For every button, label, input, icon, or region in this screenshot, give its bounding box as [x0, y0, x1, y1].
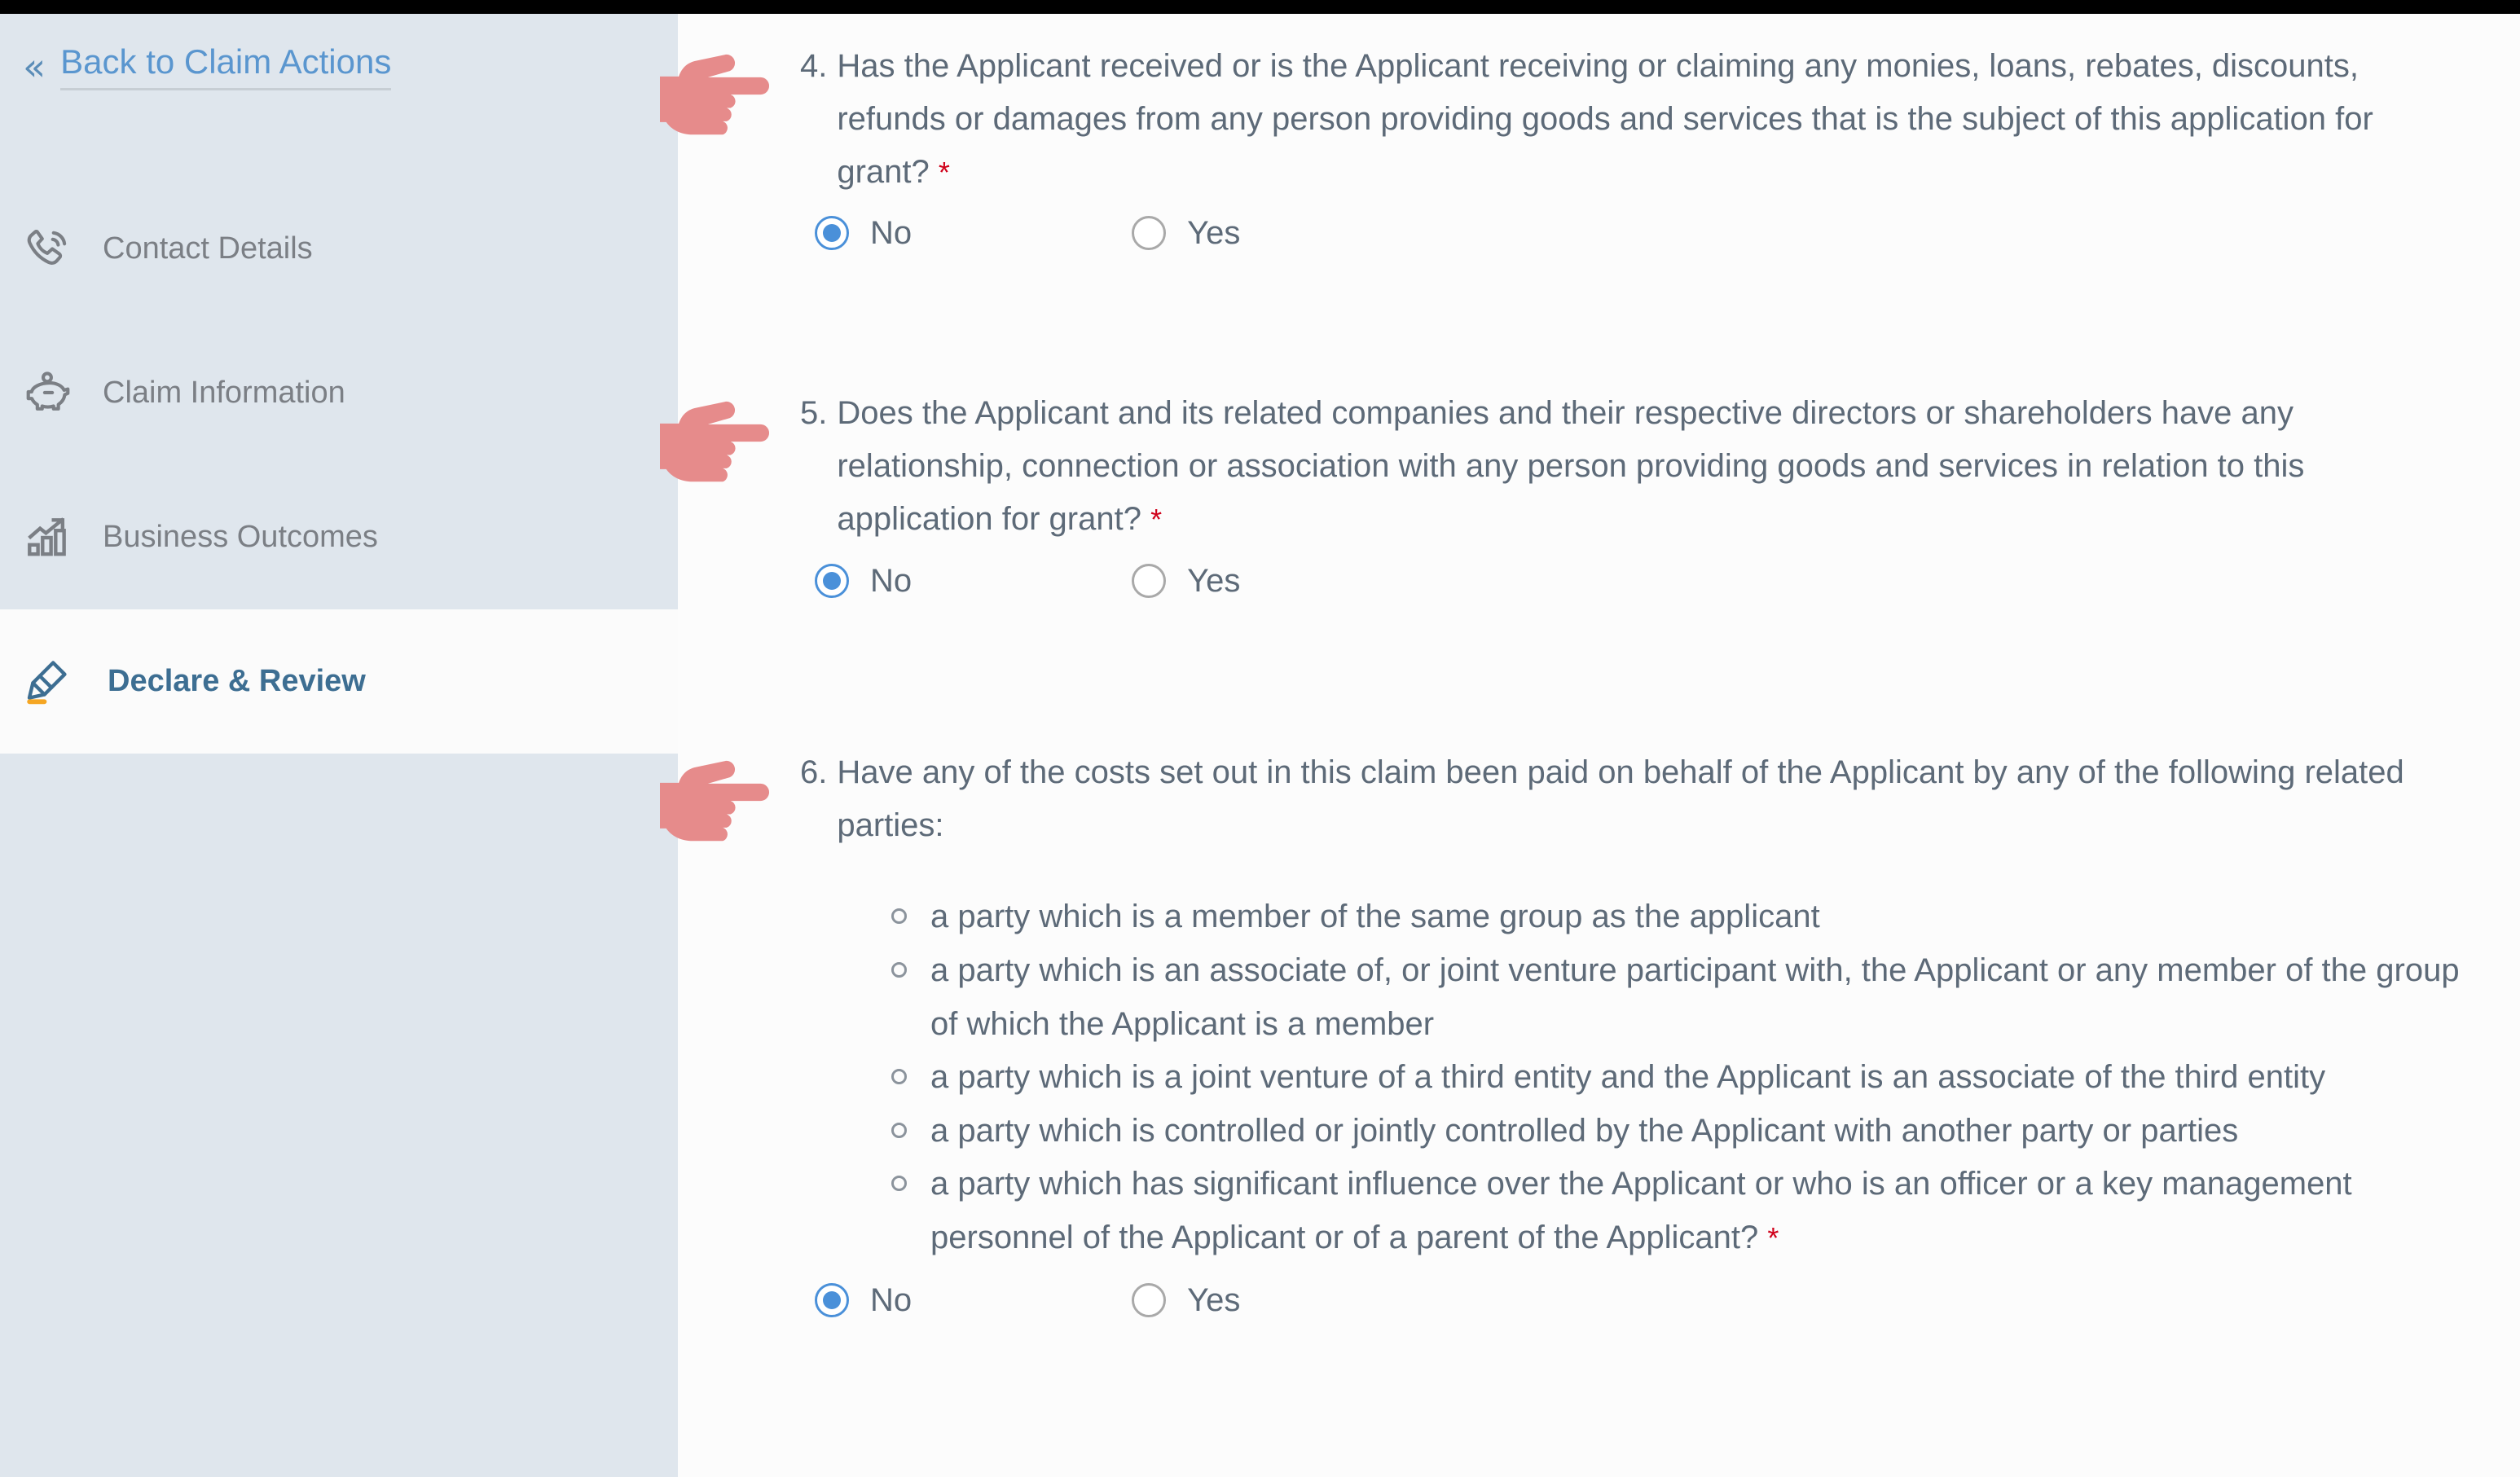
radio-circle-selected[interactable] — [815, 1282, 849, 1317]
sidebar-nav-list: Contact Details Claim Information Busine… — [0, 177, 678, 754]
radio-label: No — [870, 562, 913, 599]
double-chevron-left-icon: « — [23, 44, 46, 89]
sidebar-item-claim-information[interactable]: Claim Information — [0, 321, 678, 465]
back-to-claim-actions-link[interactable]: « Back to Claim Actions — [23, 42, 392, 91]
radio-label: Yes — [1187, 215, 1241, 252]
radio-label: No — [870, 215, 913, 252]
list-item: a party which is a joint venture of a th… — [891, 1051, 2496, 1105]
radio-option-yes[interactable]: Yes — [1132, 1281, 1241, 1318]
required-marker: * — [1150, 502, 1163, 536]
required-marker: * — [938, 155, 950, 189]
sidebar: « Back to Claim Actions Contact Details — [0, 14, 678, 1477]
sidebar-item-contact-details[interactable]: Contact Details — [0, 177, 678, 321]
list-item-text: a party which is a member of the same gr… — [930, 899, 1820, 935]
question-text: Has the Applicant received or is the App… — [837, 48, 2373, 190]
radio-option-no[interactable]: No — [815, 1281, 913, 1318]
sidebar-item-label: Declare & Review — [108, 664, 366, 698]
list-item: a party which is controlled or jointly c… — [891, 1105, 2496, 1158]
list-item-text: a party which has significant influence … — [930, 1166, 2352, 1255]
phone-call-icon — [23, 224, 98, 275]
required-marker: * — [1767, 1220, 1779, 1255]
radio-circle-selected[interactable] — [815, 563, 849, 598]
sidebar-item-declare-and-review[interactable]: Declare & Review — [0, 609, 678, 754]
sidebar-item-label: Business Outcomes — [103, 520, 378, 554]
piggy-bank-icon — [23, 368, 98, 419]
question-block-4: 4. Has the Applicant received or is the … — [660, 40, 2520, 252]
radio-circle[interactable] — [1132, 563, 1167, 598]
list-item: a party which is an associate of, or joi… — [891, 944, 2496, 1051]
question-block-6: 6. Have any of the costs set out in this… — [660, 746, 2520, 1318]
back-link-label: Back to Claim Actions — [60, 42, 392, 91]
main-content: 4. Has the Applicant received or is the … — [660, 14, 2520, 1477]
highlighter-pen-icon — [23, 657, 98, 707]
radio-label: Yes — [1187, 562, 1241, 599]
radio-label: Yes — [1187, 1281, 1241, 1318]
bar-chart-up-icon — [23, 512, 98, 563]
radio-option-no[interactable]: No — [815, 562, 913, 599]
circle-bullet-icon — [891, 1069, 907, 1085]
app-screen: « Back to Claim Actions Contact Details — [0, 0, 2520, 1477]
radio-circle-selected[interactable] — [815, 216, 849, 251]
list-item-text: a party which is controlled or jointly c… — [930, 1112, 2239, 1149]
radio-option-yes[interactable]: Yes — [1132, 215, 1241, 252]
radio-circle[interactable] — [1132, 1282, 1167, 1317]
related-parties-list: a party which is a member of the same gr… — [800, 890, 2496, 1264]
radio-circle[interactable] — [1132, 216, 1167, 251]
radio-group-question-5: No Yes — [800, 562, 2496, 599]
radio-label: No — [870, 1281, 913, 1318]
circle-bullet-icon — [891, 1122, 907, 1138]
question-number: 5. — [800, 395, 828, 432]
sidebar-item-label: Claim Information — [103, 376, 345, 410]
radio-group-question-4: No Yes — [800, 215, 2496, 252]
question-text: Have any of the costs set out in this cl… — [837, 754, 2404, 843]
list-item-text: a party which is a joint venture of a th… — [930, 1059, 2326, 1096]
sidebar-item-label: Contact Details — [103, 231, 313, 266]
list-item: a party which is a member of the same gr… — [891, 890, 2496, 944]
sidebar-item-business-outcomes[interactable]: Business Outcomes — [0, 465, 678, 609]
radio-option-yes[interactable]: Yes — [1132, 562, 1241, 599]
question-number: 6. — [800, 754, 828, 790]
top-black-strip — [0, 0, 2520, 14]
question-block-5: 5. Does the Applicant and its related co… — [660, 387, 2520, 599]
list-item-text: a party which is an associate of, or joi… — [930, 952, 2460, 1042]
circle-bullet-icon — [891, 1176, 907, 1192]
circle-bullet-icon — [891, 961, 907, 978]
radio-option-no[interactable]: No — [815, 215, 913, 252]
radio-group-question-6: No Yes — [800, 1281, 2496, 1318]
list-item: a party which has significant influence … — [891, 1158, 2496, 1264]
circle-bullet-icon — [891, 908, 907, 925]
question-text: Does the Applicant and its related compa… — [837, 395, 2305, 537]
question-number: 4. — [800, 48, 828, 84]
